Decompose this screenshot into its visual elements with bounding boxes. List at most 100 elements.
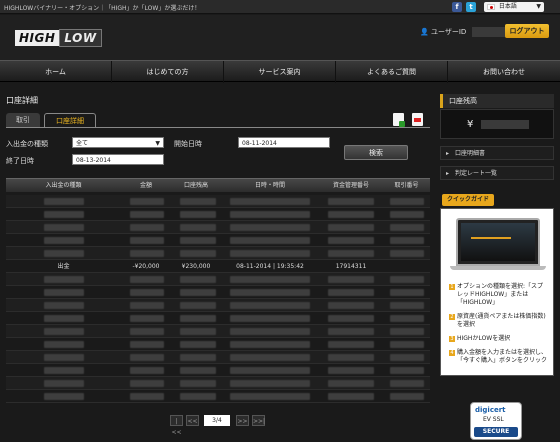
masked-cell: [44, 289, 84, 296]
nav-faq[interactable]: よくあるご質問: [336, 61, 448, 83]
table-row: [6, 208, 430, 221]
masked-cell: [44, 393, 84, 400]
masked-cell: [230, 341, 310, 348]
masked-cell: [130, 380, 164, 387]
masked-cell: [130, 328, 164, 335]
masked-cell: [328, 354, 374, 361]
masked-cell: [230, 328, 310, 335]
masked-cell: [130, 354, 164, 361]
table-row: [6, 221, 430, 234]
nav-services[interactable]: サービス案内: [224, 61, 336, 83]
masked-cell: [390, 198, 424, 205]
language-select[interactable]: 日本語 ▼: [484, 2, 544, 12]
col-balance: 口座残高: [183, 182, 208, 189]
table-cell: 17914311: [335, 263, 367, 270]
start-date-field[interactable]: 08-11-2014: [238, 137, 330, 148]
table-row: [6, 377, 430, 390]
type-select[interactable]: 全て ▼: [72, 137, 164, 148]
masked-cell: [230, 250, 310, 257]
tab-trades[interactable]: 取引: [6, 113, 40, 127]
ssl-seal[interactable]: digicert EV SSL SECURE: [470, 402, 522, 440]
rate-list-link[interactable]: 判定レート一覧: [440, 166, 554, 181]
masked-cell: [44, 341, 84, 348]
masked-cell: [230, 302, 310, 309]
pager-first-button[interactable]: |<<: [170, 415, 183, 436]
top-bar: HIGHLOWバイナリー・オプション｜「HIGH」か「LOW」か選ぶだけ！ f …: [0, 0, 560, 14]
table-cell: -¥20,000: [132, 263, 160, 270]
pager-prev-button[interactable]: <<: [186, 415, 199, 426]
masked-cell: [44, 367, 84, 374]
type-label: 入出金の種類: [6, 140, 48, 148]
masked-cell: [328, 211, 374, 218]
guide-step-3: 3 HIGHかLOWを選択: [449, 335, 511, 342]
masked-cell: [390, 341, 424, 348]
masked-cell: [44, 224, 84, 231]
masked-cell: [130, 367, 164, 374]
masked-cell: [328, 328, 374, 335]
laptop-base: [450, 266, 546, 270]
header: HIGH LOW 👤 ユーザーID ログアウト: [0, 15, 560, 60]
masked-cell: [44, 315, 84, 322]
masked-cell: [328, 393, 374, 400]
masked-cell: [44, 302, 84, 309]
table-row: [6, 390, 430, 403]
facebook-icon[interactable]: f: [452, 2, 462, 12]
pager-last-button[interactable]: >>|: [252, 415, 265, 426]
masked-cell: [230, 315, 310, 322]
table-row: [6, 312, 430, 325]
masked-cell: [390, 367, 424, 374]
tab-account-details[interactable]: 口座詳細: [44, 113, 96, 127]
quick-guide-title: クイックガイド: [442, 194, 494, 206]
pdf-download-icon[interactable]: [412, 113, 423, 126]
masked-cell: [328, 289, 374, 296]
masked-cell: [44, 211, 84, 218]
masked-cell: [230, 393, 310, 400]
end-date-field[interactable]: 08-13-2014: [72, 154, 164, 165]
table-row: [6, 247, 430, 260]
table-row: [6, 364, 430, 377]
table-row: [6, 273, 430, 286]
pager-page-input[interactable]: 3/4: [204, 415, 230, 426]
col-trade-id: 取引番号: [394, 182, 419, 189]
laptop-image: [456, 218, 540, 266]
user-icon: 👤: [420, 28, 429, 36]
chevron-down-icon: ▼: [155, 140, 160, 147]
guide-step-2: 2 原資産(通貨ペアまたは株価指数)を選択: [449, 313, 546, 328]
masked-cell: [230, 380, 310, 387]
masked-cell: [44, 354, 84, 361]
masked-cell: [180, 315, 216, 322]
search-button[interactable]: 検索: [344, 145, 408, 160]
statement-link[interactable]: 口座明細書: [440, 146, 554, 161]
csv-download-icon[interactable]: [393, 113, 405, 127]
masked-cell: [130, 198, 164, 205]
table-row: [6, 234, 430, 247]
logout-button[interactable]: ログアウト: [505, 24, 549, 38]
balance-box: ¥: [440, 109, 554, 139]
masked-cell: [180, 393, 216, 400]
table-row: [6, 286, 430, 299]
masked-cell: [390, 315, 424, 322]
masked-cell: [180, 224, 216, 231]
col-datetime: 日時・時間: [254, 182, 285, 189]
table-header: 入出金の種類 金額 口座残高 日時・時間 資金管理番号 取引番号: [6, 178, 430, 192]
masked-cell: [130, 276, 164, 283]
logo-high: HIGH: [15, 30, 60, 46]
nav-home[interactable]: ホーム: [0, 61, 112, 83]
nav-contact[interactable]: お問い合わせ: [448, 61, 560, 83]
pager-next-button[interactable]: >>: [236, 415, 249, 426]
col-type: 入出金の種類: [45, 182, 82, 189]
logo-low: LOW: [59, 29, 102, 47]
masked-cell: [390, 289, 424, 296]
type-select-value: 全て: [76, 140, 89, 147]
masked-cell: [44, 237, 84, 244]
end-date-label: 終了日時: [6, 157, 34, 165]
masked-cell: [230, 224, 310, 231]
balance-value: [481, 120, 529, 129]
quick-guide-box: 1 オプションの種類を選択:「スプレッドHIGHLOW」または「HIGHLOW」 …: [440, 208, 554, 376]
table-row: [6, 195, 430, 208]
table-cell: 08-11-2014 | 19:35:42: [236, 263, 304, 270]
twitter-icon[interactable]: t: [466, 2, 476, 12]
logo[interactable]: HIGH LOW: [15, 29, 102, 47]
nav-beginners[interactable]: はじめての方: [112, 61, 224, 83]
table-cell: [383, 260, 430, 273]
